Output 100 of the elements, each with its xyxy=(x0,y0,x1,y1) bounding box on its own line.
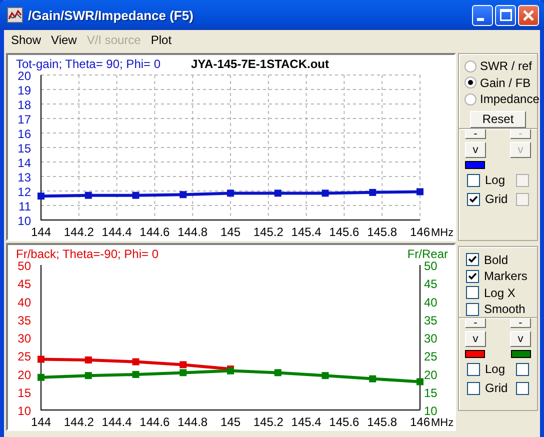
tick-label: 25 xyxy=(424,350,438,364)
reset-button[interactable]: Reset xyxy=(470,110,526,128)
tick-label: 25 xyxy=(18,350,31,364)
checkbox[interactable]: Bold xyxy=(466,252,537,268)
chart-caption: Tot-gain; Theta= 90; Phi= 0 xyxy=(16,57,161,71)
checkbox[interactable] xyxy=(516,380,529,396)
data-marker xyxy=(180,191,187,198)
data-marker xyxy=(227,190,234,197)
tick-label: 20 xyxy=(18,69,31,83)
tick-label: 40 xyxy=(18,295,31,310)
data-marker xyxy=(84,372,92,380)
axis-button[interactable]: - xyxy=(465,129,486,139)
data-marker xyxy=(84,356,92,364)
axis-label: MHz xyxy=(431,227,454,239)
check-icon xyxy=(469,194,478,204)
tick-label: 14 xyxy=(18,156,31,170)
radio-button[interactable]: Impedance xyxy=(464,92,537,107)
tick-label: 144.2 xyxy=(64,225,94,239)
tick-label: 50 xyxy=(18,259,31,273)
tick-label: 18 xyxy=(18,98,31,112)
checkbox[interactable]: Grid xyxy=(467,191,508,207)
tick-label: 145.6 xyxy=(329,225,360,239)
tick-label: 35 xyxy=(18,313,31,328)
axis-label: MHz xyxy=(431,417,454,429)
radio-icon xyxy=(464,60,477,73)
tick-label: 13 xyxy=(18,170,31,184)
tick-label: 144.8 xyxy=(178,225,208,239)
tick-label: 144 xyxy=(30,225,52,239)
data-marker xyxy=(132,370,140,378)
menu-item[interactable]: View xyxy=(46,33,82,47)
color-swatch[interactable] xyxy=(465,350,485,358)
data-marker xyxy=(369,375,376,382)
tick-label: 12 xyxy=(18,185,31,199)
data-marker xyxy=(322,190,329,197)
chart-title: JYA-145-7E-1STACK.out xyxy=(190,57,330,71)
tick-label: 10 xyxy=(424,404,438,418)
axis-button[interactable]: v xyxy=(465,331,486,347)
checkbox[interactable]: Grid xyxy=(467,380,508,396)
minimize-button[interactable] xyxy=(472,4,493,26)
checkbox[interactable] xyxy=(516,361,529,377)
tick-label: 17 xyxy=(18,112,31,126)
tick-label: 146 xyxy=(410,225,430,239)
tick-label: 19 xyxy=(18,84,31,98)
chart-caption: Fr/Rear xyxy=(407,247,448,261)
axis-button[interactable]: - xyxy=(510,318,531,328)
checkbox[interactable]: Markers xyxy=(466,268,537,284)
tick-label: 145 xyxy=(220,415,241,429)
data-marker xyxy=(322,372,329,380)
data-marker xyxy=(38,192,44,200)
data-marker xyxy=(416,378,424,386)
axis-button[interactable]: v xyxy=(510,331,531,347)
window-title: /Gain/SWR/Impedance (F5) xyxy=(28,8,194,22)
data-marker xyxy=(416,188,424,196)
tick-label: 20 xyxy=(424,368,438,382)
data-marker xyxy=(132,358,140,366)
tick-label: 145.4 xyxy=(291,225,322,239)
tick-label: 145.8 xyxy=(367,415,398,429)
close-button[interactable] xyxy=(518,4,539,26)
tick-label: 10 xyxy=(18,404,31,418)
color-swatch[interactable] xyxy=(511,350,531,358)
checkbox[interactable]: Log xyxy=(467,172,506,188)
tick-label: 145 xyxy=(220,225,241,239)
axis-button[interactable]: v xyxy=(465,142,486,158)
tick-label: 10 xyxy=(18,214,31,228)
chart-icon xyxy=(7,7,23,23)
tick-label: 11 xyxy=(18,200,31,214)
tick-label: 144.2 xyxy=(64,415,94,429)
menu-item[interactable]: Plot xyxy=(146,33,177,47)
tick-label: 144.4 xyxy=(102,225,132,239)
minimize-icon xyxy=(476,18,484,20)
data-marker xyxy=(274,369,282,376)
tick-label: 145.2 xyxy=(253,415,284,429)
tick-label: 15 xyxy=(18,386,31,400)
tick-label: 40 xyxy=(424,295,438,310)
tick-label: 15 xyxy=(424,386,438,400)
tick-label: 30 xyxy=(18,332,31,346)
tick-label: 144.6 xyxy=(140,415,170,429)
tick-label: 144.6 xyxy=(140,225,170,239)
tick-label: 145.4 xyxy=(291,415,322,429)
close-icon xyxy=(523,10,534,20)
tick-label: 145.6 xyxy=(329,415,360,429)
tick-label: 50 xyxy=(424,259,438,273)
menu-item[interactable]: Show xyxy=(6,33,46,47)
tick-label: 144 xyxy=(30,415,52,429)
tick-label: 145.8 xyxy=(367,225,398,239)
checkbox[interactable]: Smooth xyxy=(466,302,537,317)
maximize-button[interactable] xyxy=(495,4,516,26)
maximize-icon xyxy=(500,9,512,21)
checkbox[interactable]: Log X xyxy=(466,285,537,300)
data-marker xyxy=(369,188,376,196)
data-marker xyxy=(84,192,92,199)
tick-label: 146 xyxy=(410,415,430,429)
color-swatch[interactable] xyxy=(465,161,485,169)
tick-label: 16 xyxy=(18,127,31,141)
tick-label: 145.2 xyxy=(253,225,284,239)
radio-button[interactable]: SWR / ref xyxy=(464,59,537,74)
checkbox[interactable]: Log xyxy=(467,361,506,377)
radio-button[interactable]: Gain / FB xyxy=(464,76,537,90)
data-marker xyxy=(274,190,282,197)
axis-button[interactable]: - xyxy=(465,318,486,328)
